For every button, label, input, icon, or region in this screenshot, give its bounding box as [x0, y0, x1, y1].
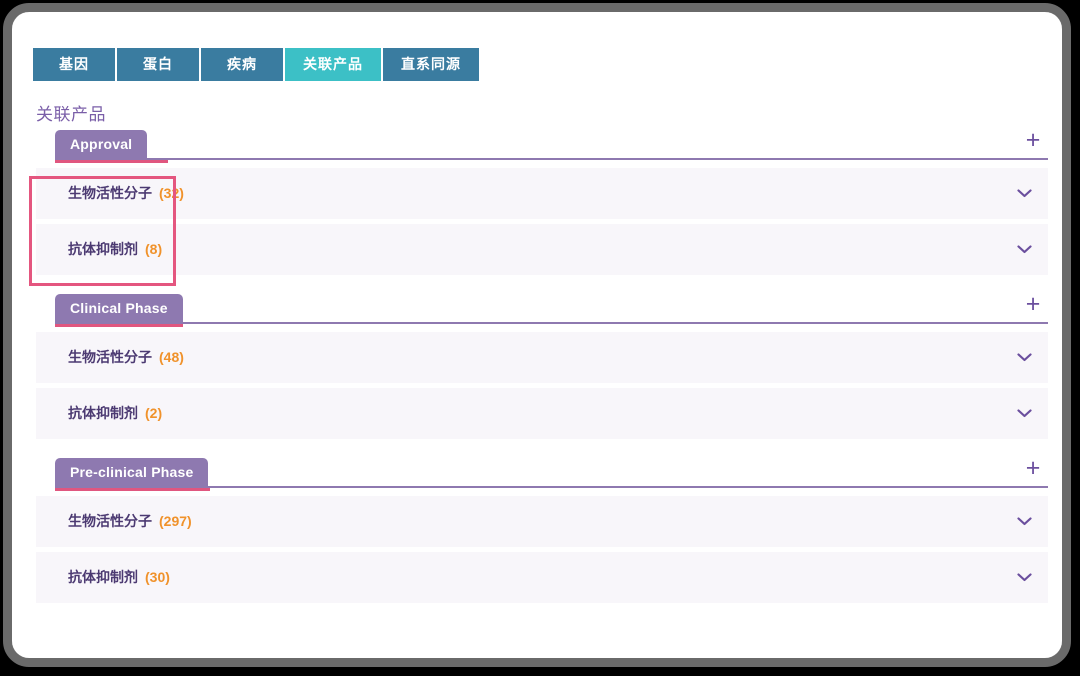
- page-title: 关联产品: [36, 105, 106, 124]
- product-row-label: 抗体抑制剂 (8): [68, 224, 162, 275]
- expand-plus-icon[interactable]: +: [1020, 292, 1046, 318]
- product-name: 抗体抑制剂: [68, 241, 138, 257]
- product-count: (30): [145, 569, 170, 585]
- product-row-label: 生物活性分子 (48): [68, 332, 184, 383]
- product-row[interactable]: 抗体抑制剂 (30): [36, 552, 1048, 603]
- chevron-down-icon[interactable]: [1012, 168, 1036, 219]
- product-count: (2): [145, 405, 163, 421]
- page-surface: 基因 蛋白 疾病 关联产品 直系同源 关联产品 Approval + 生物活性分…: [12, 12, 1062, 658]
- product-count: (297): [159, 513, 192, 529]
- product-count: (8): [145, 241, 163, 257]
- group-tab-pre-clinical-phase[interactable]: Pre-clinical Phase: [55, 458, 209, 487]
- product-row[interactable]: 生物活性分子 (48): [36, 332, 1048, 383]
- product-row[interactable]: 抗体抑制剂 (2): [36, 388, 1048, 439]
- product-row[interactable]: 生物活性分子 (32): [36, 168, 1048, 219]
- group-tab-clinical-phase[interactable]: Clinical Phase: [55, 294, 183, 323]
- product-name: 生物活性分子: [68, 349, 152, 365]
- tab-protein[interactable]: 蛋白: [117, 48, 199, 81]
- group-rows-pre-clinical-phase: 生物活性分子 (297) 抗体抑制剂 (30): [36, 496, 1048, 603]
- browser-window-frame: 基因 蛋白 疾病 关联产品 直系同源 关联产品 Approval + 生物活性分…: [3, 3, 1071, 667]
- product-name: 生物活性分子: [68, 513, 152, 529]
- entity-tab-bar: 基因 蛋白 疾病 关联产品 直系同源: [33, 48, 479, 81]
- product-count: (32): [159, 185, 184, 201]
- product-count: (48): [159, 349, 184, 365]
- product-name: 抗体抑制剂: [68, 569, 138, 585]
- chevron-down-icon[interactable]: [1012, 388, 1036, 439]
- group-active-underline: [55, 324, 183, 327]
- chevron-down-icon[interactable]: [1012, 332, 1036, 383]
- tab-disease[interactable]: 疾病: [201, 48, 283, 81]
- group-pre-clinical-phase: Pre-clinical Phase + 生物活性分子 (297) 抗体抑制剂 …: [36, 456, 1048, 603]
- product-row-label: 抗体抑制剂 (2): [68, 388, 162, 439]
- group-rows-clinical-phase: 生物活性分子 (48) 抗体抑制剂 (2): [36, 332, 1048, 439]
- group-active-underline: [55, 160, 168, 163]
- product-name: 抗体抑制剂: [68, 405, 138, 421]
- expand-plus-icon[interactable]: +: [1020, 128, 1046, 154]
- product-row-label: 生物活性分子 (297): [68, 496, 192, 547]
- product-group-list: Approval + 生物活性分子 (32) 抗体抑制剂 (8) Clinica…: [36, 128, 1048, 622]
- group-approval: Approval + 生物活性分子 (32) 抗体抑制剂 (8): [36, 128, 1048, 275]
- product-row-label: 抗体抑制剂 (30): [68, 552, 170, 603]
- tab-related-products[interactable]: 关联产品: [285, 48, 381, 81]
- tab-orthologs[interactable]: 直系同源: [383, 48, 479, 81]
- group-tab-approval[interactable]: Approval: [55, 130, 148, 159]
- chevron-down-icon[interactable]: [1012, 496, 1036, 547]
- group-divider: [55, 158, 1048, 160]
- chevron-down-icon[interactable]: [1012, 224, 1036, 275]
- product-row[interactable]: 抗体抑制剂 (8): [36, 224, 1048, 275]
- group-header-clinical-phase: Clinical Phase +: [36, 292, 1048, 327]
- group-divider: [55, 322, 1048, 324]
- group-clinical-phase: Clinical Phase + 生物活性分子 (48) 抗体抑制剂 (2): [36, 292, 1048, 439]
- group-header-approval: Approval +: [36, 128, 1048, 163]
- chevron-down-icon[interactable]: [1012, 552, 1036, 603]
- group-rows-approval: 生物活性分子 (32) 抗体抑制剂 (8): [36, 168, 1048, 275]
- product-row[interactable]: 生物活性分子 (297): [36, 496, 1048, 547]
- product-row-label: 生物活性分子 (32): [68, 168, 184, 219]
- group-active-underline: [55, 488, 210, 491]
- tab-gene[interactable]: 基因: [33, 48, 115, 81]
- group-header-pre-clinical-phase: Pre-clinical Phase +: [36, 456, 1048, 491]
- product-name: 生物活性分子: [68, 185, 152, 201]
- expand-plus-icon[interactable]: +: [1020, 456, 1046, 482]
